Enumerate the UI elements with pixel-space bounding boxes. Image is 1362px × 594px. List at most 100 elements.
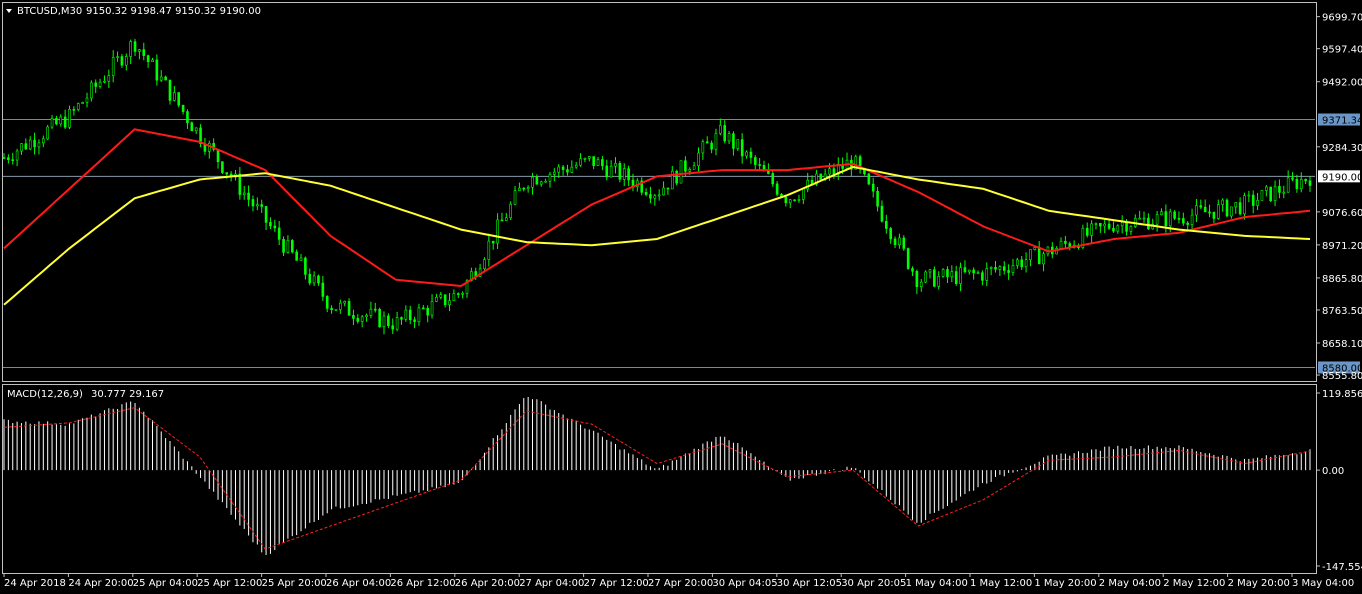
candle-body — [657, 194, 661, 197]
candle-body — [1112, 228, 1115, 232]
candle-body — [924, 271, 927, 283]
candle-body — [1037, 247, 1041, 265]
candle-body — [461, 292, 464, 295]
candle-body — [1278, 186, 1281, 193]
candle-body — [1256, 200, 1259, 206]
candle-body — [832, 168, 836, 175]
candle-body — [526, 186, 530, 190]
candle-body — [513, 190, 517, 205]
ohlc-values: 9150.32 9198.47 9150.32 9190.00 — [86, 6, 261, 17]
candle-body — [989, 267, 993, 269]
candle-body — [723, 125, 727, 142]
candle-body — [1059, 240, 1063, 249]
candle-body — [1208, 211, 1211, 214]
candle-body — [369, 308, 373, 316]
candle-body — [496, 219, 499, 244]
candle-body — [509, 203, 512, 219]
candle-body — [247, 192, 250, 200]
candle-body — [408, 309, 412, 321]
candle-body — [76, 103, 80, 110]
candle-body — [553, 171, 556, 175]
candle-body — [1142, 217, 1146, 220]
candle-body — [352, 315, 355, 319]
candle-body — [732, 133, 735, 149]
candle-body — [736, 139, 740, 149]
time-tick-label: 27 Apr 20:00 — [648, 578, 713, 589]
candle-body — [1238, 202, 1242, 215]
candle-body — [242, 192, 246, 195]
candle-body — [775, 183, 779, 195]
candle-body — [11, 159, 15, 161]
candle-body — [312, 275, 316, 284]
candle-body — [972, 269, 975, 274]
candle-body — [959, 267, 962, 284]
candle-body — [505, 217, 508, 221]
candle-body — [81, 102, 84, 104]
candle-body — [365, 315, 368, 318]
candle-body — [1007, 270, 1010, 273]
candle-body — [50, 118, 54, 128]
time-tick-label: 26 Apr 12:00 — [390, 578, 455, 589]
macd-values: 30.777 29.167 — [91, 389, 164, 400]
candle-body — [207, 142, 211, 152]
price-tick-label: 9284.30 — [1322, 143, 1362, 154]
price-tick-label: 9076.60 — [1322, 208, 1362, 219]
candle-body — [330, 308, 333, 311]
time-tick-label: 2 May 20:00 — [1228, 578, 1290, 589]
macd-tick-label: -147.554 — [1322, 562, 1362, 573]
candle-body — [1155, 214, 1159, 225]
candle-body — [177, 92, 181, 106]
symbol-label: BTCUSD,M30 — [17, 6, 82, 17]
candle-body — [334, 309, 338, 311]
candle-body — [679, 160, 683, 184]
time-tick-label: 27 Apr 04:00 — [519, 578, 584, 589]
candle-body — [561, 166, 565, 170]
candle-body — [483, 259, 486, 270]
candle-body — [1199, 205, 1203, 208]
candle-body — [299, 257, 303, 261]
candle-body — [46, 126, 49, 140]
time-tick-label: 25 Apr 04:00 — [133, 578, 198, 589]
candle-body — [373, 308, 377, 311]
candle-body — [1273, 186, 1277, 202]
trading-chart[interactable]: 9371.349190.008580.00 9699.709597.409492… — [0, 0, 1362, 594]
candle-body — [159, 76, 163, 81]
candle-body — [1282, 191, 1286, 194]
candle-body — [915, 270, 919, 287]
candle-body — [622, 168, 626, 180]
candle-body — [413, 319, 416, 322]
time-tick-label: 30 Apr 12:05 — [777, 578, 842, 589]
candle-body — [819, 173, 823, 180]
price-tick-label: 9492.00 — [1322, 78, 1362, 89]
candle-body — [417, 307, 421, 322]
candle-body — [356, 318, 360, 322]
time-tick-label: 1 May 12:00 — [970, 578, 1032, 589]
candle-body — [360, 316, 364, 322]
candle-body — [802, 188, 805, 200]
candle-body — [1011, 265, 1015, 273]
candle-body — [644, 192, 648, 195]
candle-body — [1033, 247, 1037, 250]
candle-body — [666, 187, 670, 190]
candle-body — [491, 240, 495, 244]
candle-body — [400, 317, 403, 320]
candle-body — [697, 152, 700, 167]
candle-body — [684, 160, 687, 172]
candle-body — [111, 57, 115, 76]
candle-body — [173, 92, 176, 101]
price-tick-label: 9699.70 — [1322, 13, 1362, 24]
candle-body — [194, 127, 198, 132]
candle-body — [55, 118, 58, 125]
candle-body — [256, 204, 259, 207]
hline-price-label: 9371.34 — [1322, 116, 1362, 127]
candle-body — [719, 125, 722, 134]
candle-body — [784, 196, 788, 204]
candle-body — [103, 80, 106, 83]
candle-body — [1099, 223, 1102, 227]
candle-body — [1042, 253, 1045, 265]
candle-body — [42, 138, 45, 144]
candle-body — [63, 116, 67, 128]
candle-body — [592, 156, 595, 166]
candle-body — [1216, 204, 1220, 219]
candle-body — [439, 294, 443, 298]
